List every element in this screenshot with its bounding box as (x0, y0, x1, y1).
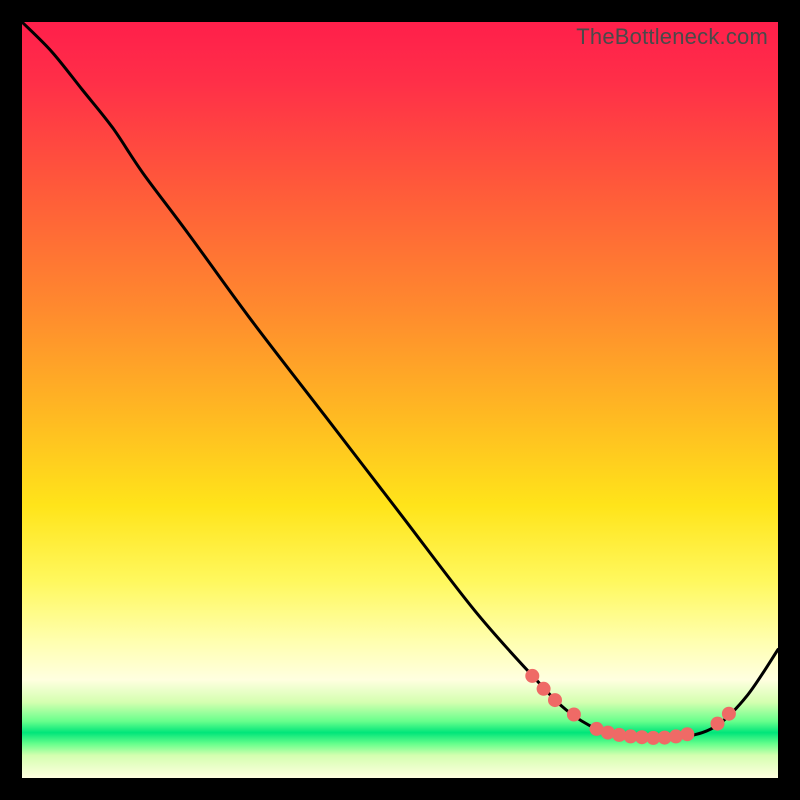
chart-svg (22, 22, 778, 778)
data-marker (548, 693, 562, 707)
plot-area: TheBottleneck.com (22, 22, 778, 778)
chart-stage: TheBottleneck.com (0, 0, 800, 800)
data-marker (537, 682, 551, 696)
data-marker (567, 708, 581, 722)
data-marker (711, 717, 725, 731)
data-marker (680, 727, 694, 741)
data-markers (525, 669, 736, 745)
bottleneck-curve (22, 22, 778, 738)
data-marker (525, 669, 539, 683)
data-marker (722, 707, 736, 721)
